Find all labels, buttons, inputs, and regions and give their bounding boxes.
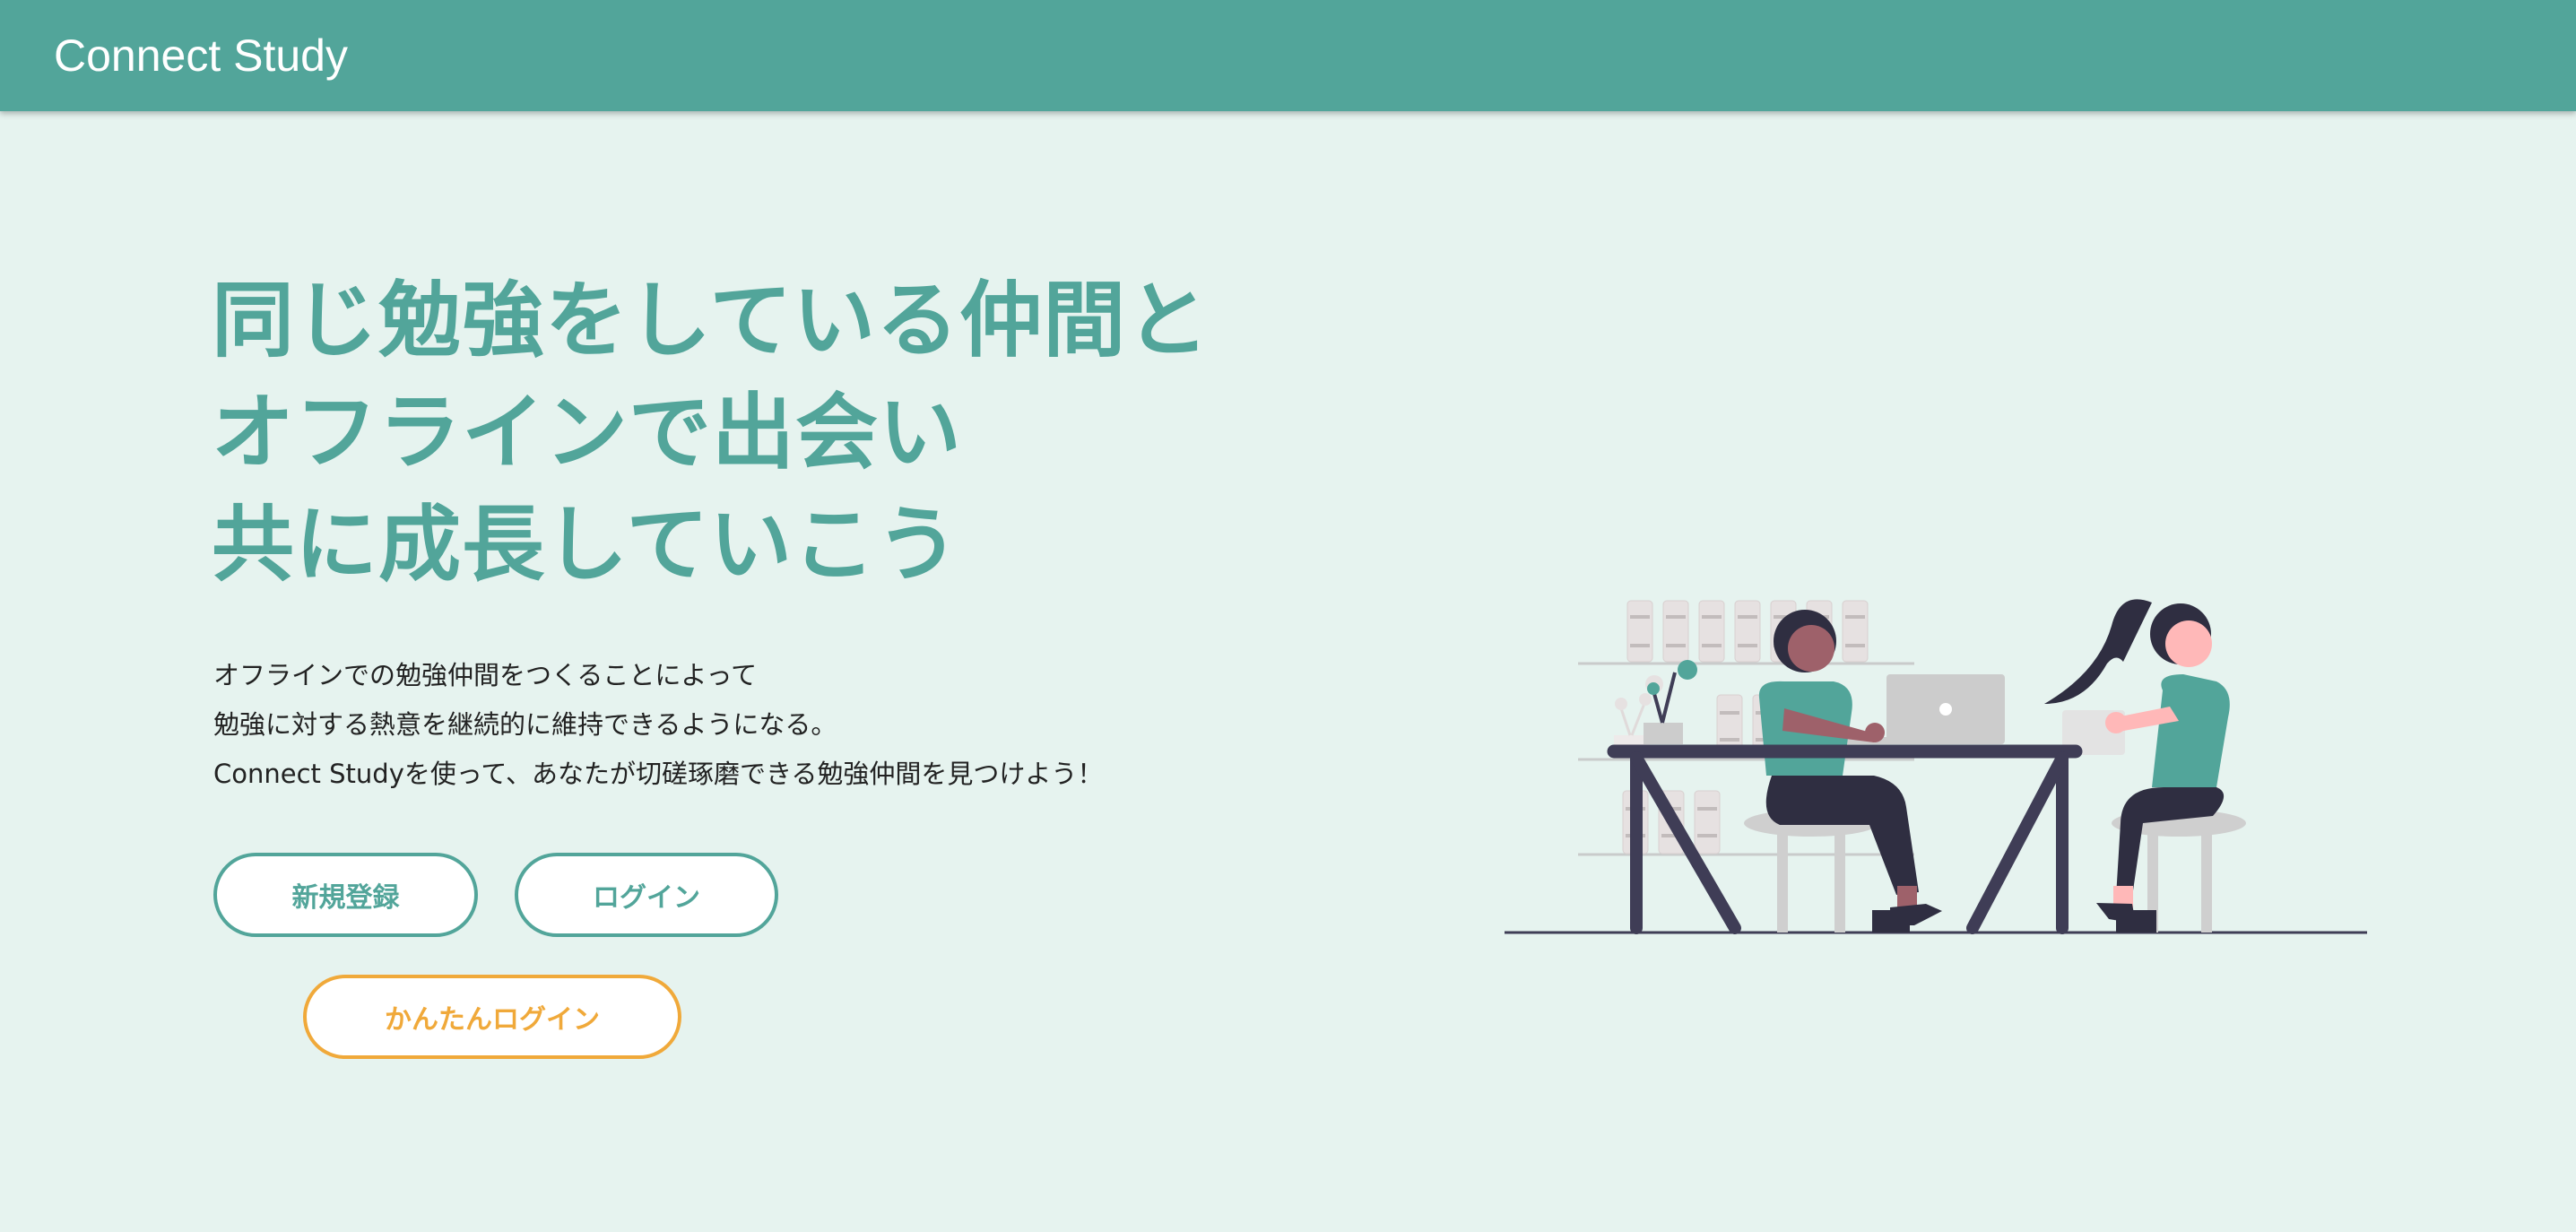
easy-login-button[interactable]: かんたんログイン <box>303 975 681 1059</box>
register-button[interactable]: 新規登録 <box>213 853 478 937</box>
people-studying-illustration <box>1505 599 2367 934</box>
hero-title-line: 共に成長していこう <box>212 497 960 593</box>
hero-title-line: 同じ勉強をしている仲間と <box>212 273 1210 369</box>
hero-title-line: オフラインで出会い <box>212 385 963 481</box>
hero-description-line: Connect Studyを使って、あなたが切磋琢磨できる勉強仲間を見つけよう！ <box>213 759 1104 789</box>
brand-logo-link[interactable]: Connect Study <box>54 29 348 82</box>
hero-description-line: 勉強に対する熱意を継続的に維持できるようになる。 <box>213 709 837 740</box>
hero-title: 同じ勉強をしている仲間と オフラインで出会い 共に成長していこう <box>212 265 1332 601</box>
chair-left <box>1744 810 1878 933</box>
top-navbar: Connect Study <box>0 0 2576 111</box>
login-button[interactable]: ログイン <box>515 853 778 937</box>
hero-description: オフラインでの勉強仲間をつくることによって 勉強に対する熱意を継続的に維持できる… <box>213 651 1334 799</box>
desk-plant <box>1644 660 1697 744</box>
hero-description-line: オフラインでの勉強仲間をつくることによって <box>213 660 758 690</box>
